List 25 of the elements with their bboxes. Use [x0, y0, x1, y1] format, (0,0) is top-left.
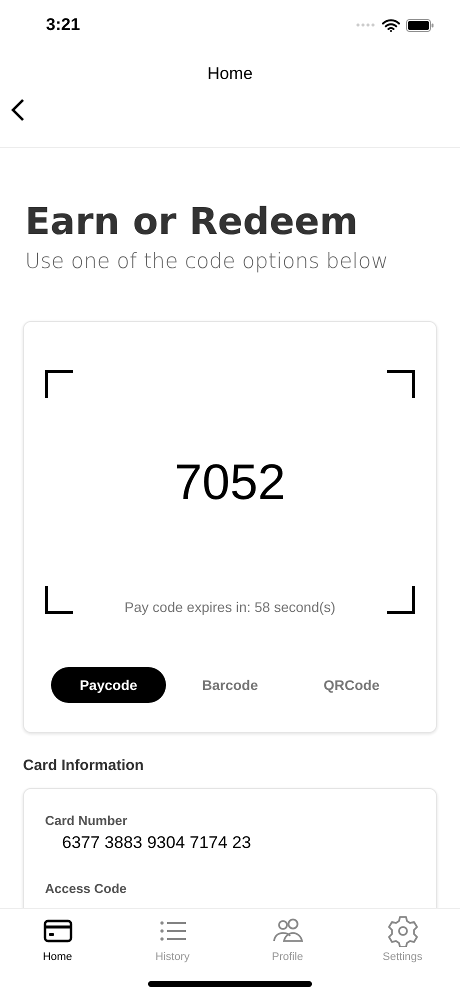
wifi-icon [382, 18, 400, 32]
settings-icon [386, 915, 418, 947]
pay-code: 7052 [174, 453, 286, 511]
field-label: Card Number [45, 813, 128, 828]
field-value: 6377 3883 9304 7174 23 [62, 833, 252, 853]
nav-title: Home [207, 64, 253, 84]
section-title: Card Information [23, 757, 145, 774]
battery-icon [406, 18, 434, 32]
scan-corner-icon [387, 586, 415, 614]
expiry-text: Pay code expires in: 58 second(s) [124, 599, 336, 615]
tab-bar-item[interactable]: History [138, 915, 208, 963]
code-option-tab[interactable]: QRCode [294, 667, 409, 703]
tab-bar-item[interactable]: Settings [368, 915, 438, 963]
code-option-tab[interactable]: Paycode [51, 667, 166, 703]
page-heading: Earn or Redeem [25, 200, 360, 243]
scan-corner-icon [45, 370, 73, 398]
tab-bar-item[interactable]: Profile [252, 915, 322, 963]
code-option-tab[interactable]: Barcode [172, 667, 288, 703]
field-label: Access Code [45, 881, 128, 896]
scan-corner-icon [387, 370, 415, 398]
status-time: 3:21 [46, 15, 80, 35]
tab-bar-item[interactable]: Home [22, 915, 92, 963]
page-subheading: Use one of the code options below [25, 249, 390, 273]
scan-corner-icon [45, 586, 73, 614]
signal-icon [356, 23, 376, 27]
